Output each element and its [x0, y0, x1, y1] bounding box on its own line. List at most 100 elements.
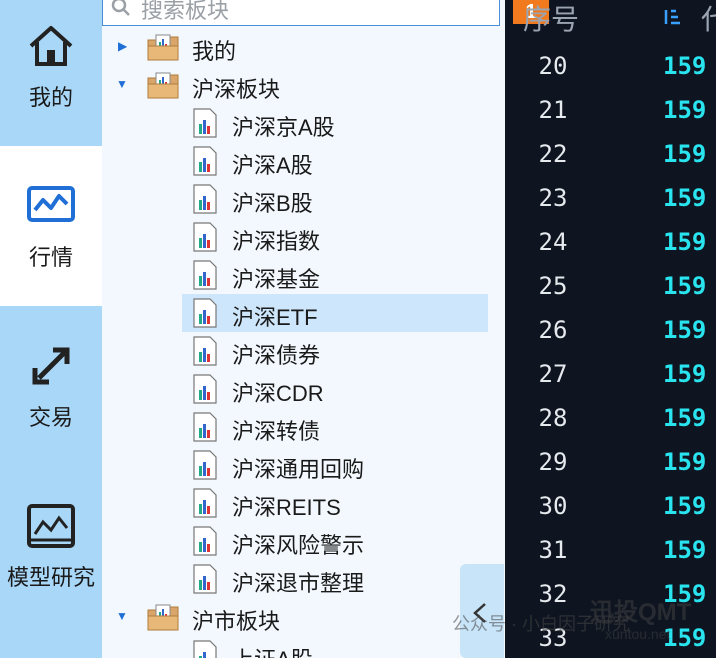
- tree-item-row[interactable]: 沪深CDR: [102, 370, 502, 408]
- sector-doc-icon: [193, 184, 217, 214]
- row-seq: 32: [538, 580, 568, 608]
- row-code[interactable]: 159: [663, 272, 706, 300]
- row-seq: 27: [538, 360, 568, 388]
- tree-item-label: 沪深基金: [232, 267, 321, 292]
- sector-doc-icon: [193, 488, 217, 518]
- sector-doc-icon: [193, 298, 217, 328]
- market-chart-icon: [27, 186, 75, 222]
- nav-label-trade: 交易: [28, 405, 73, 430]
- sector-doc-icon: [193, 374, 217, 404]
- folder-icon: [147, 604, 179, 631]
- nav-item-model-research[interactable]: 模型研究: [0, 466, 102, 626]
- row-seq: 21: [538, 96, 568, 124]
- tree-folder-label: 我的: [192, 39, 237, 64]
- sector-doc-icon: [193, 640, 217, 658]
- row-seq: 31: [538, 536, 568, 564]
- search-input[interactable]: 搜索板块: [102, 0, 500, 26]
- tree-item-label: 沪深债券: [232, 343, 321, 368]
- row-seq: 25: [538, 272, 568, 300]
- nav-label-market: 行情: [28, 245, 73, 270]
- tree-item-row[interactable]: 沪深风险警示: [102, 522, 502, 560]
- tree-item-row[interactable]: 沪深京A股: [102, 104, 502, 142]
- tree-item-row[interactable]: 沪深退市整理: [102, 560, 502, 598]
- tree-item-row[interactable]: 沪深ETF: [102, 294, 502, 332]
- tree-folder-label: 沪深板块: [192, 77, 281, 102]
- row-seq: 28: [538, 404, 568, 432]
- search-placeholder: 搜索板块: [141, 0, 230, 23]
- row-seq: 30: [538, 492, 568, 520]
- tree-item-row[interactable]: 沪深B股: [102, 180, 502, 218]
- nav-item-mine[interactable]: 我的: [0, 0, 102, 146]
- tree-item-row[interactable]: 沪深基金: [102, 256, 502, 294]
- selection-highlight: [182, 294, 488, 332]
- nav-label-mine: 我的: [28, 85, 73, 110]
- header-code[interactable]: 代: [701, 0, 716, 38]
- row-code[interactable]: 159: [663, 52, 706, 80]
- nav-label-model-research: 模型研究: [6, 565, 95, 590]
- tree-item-label: 沪深风险警示: [232, 533, 365, 558]
- row-seq: 26: [538, 316, 568, 344]
- sort-icon[interactable]: [663, 8, 683, 26]
- row-code[interactable]: 159: [663, 228, 706, 256]
- sector-doc-icon: [193, 260, 217, 290]
- tree-item-label: 沪深退市整理: [232, 571, 365, 596]
- trade-arrows-icon: [32, 347, 70, 385]
- nav-item-trade[interactable]: 交易: [0, 306, 102, 466]
- expand-arrow-icon[interactable]: ▼: [116, 609, 128, 623]
- sector-tree-panel: 搜索板块 ▶ 我的 ▼ 沪深板块沪深京A股沪深A股沪深B股沪深指数沪深基金沪深ETF 沪…: [102, 0, 505, 658]
- tree-item-label: 沪深指数: [232, 229, 321, 254]
- row-code[interactable]: 159: [663, 404, 706, 432]
- expand-arrow-icon[interactable]: ▼: [116, 77, 128, 91]
- home-icon: [29, 26, 73, 66]
- row-seq: 20: [538, 52, 568, 80]
- tree-item-label: 上证A股: [232, 642, 313, 658]
- sector-doc-icon: [193, 108, 217, 138]
- tree-folder-row[interactable]: ▼ 沪市板块: [102, 598, 502, 636]
- tree-item-label: 沪深京A股: [232, 115, 335, 140]
- tree-item-row[interactable]: 沪深A股: [102, 142, 502, 180]
- folder-icon: [147, 72, 179, 99]
- row-code[interactable]: 159: [663, 360, 706, 388]
- sector-doc-icon: [193, 412, 217, 442]
- row-code[interactable]: 159: [663, 140, 706, 168]
- tree-item-row[interactable]: 上证A股: [102, 636, 502, 658]
- watermark-logo-text: 迅投QMT: [590, 599, 692, 626]
- tree-item-row[interactable]: 沪深债券: [102, 332, 502, 370]
- tree-item-label: 沪深A股: [232, 153, 313, 178]
- row-seq: 24: [538, 228, 568, 256]
- row-code[interactable]: 159: [663, 492, 706, 520]
- row-code[interactable]: 159: [663, 96, 706, 124]
- tree-folder-row[interactable]: ▼ 沪深板块: [102, 66, 502, 104]
- quote-table: 1 序号 代 20 159 21 159 22 159 23 159 24 159 25 159 26 1…: [505, 0, 716, 658]
- nav-item-market[interactable]: 行情: [0, 146, 102, 306]
- folder-icon: [147, 34, 179, 61]
- row-seq: 29: [538, 448, 568, 476]
- row-code[interactable]: 159: [663, 184, 706, 212]
- row-code[interactable]: 159: [663, 316, 706, 344]
- tree-item-label: 沪深转债: [232, 419, 321, 444]
- tree-item-row[interactable]: 沪深转债: [102, 408, 502, 446]
- sector-doc-icon: [193, 450, 217, 480]
- tree-item-label: 沪深CDR: [232, 381, 324, 406]
- row-seq: 22: [538, 140, 568, 168]
- collapse-arrow-icon[interactable]: ▶: [118, 39, 127, 53]
- sector-doc-icon: [193, 564, 217, 594]
- sector-doc-icon: [193, 146, 217, 176]
- watermark-url: xuntou.net: [605, 626, 671, 642]
- row-code[interactable]: 159: [663, 448, 706, 476]
- left-nav: 我的 行情 交易 模型研究: [0, 0, 102, 658]
- header-seq[interactable]: 序号: [523, 0, 579, 38]
- search-icon: [111, 0, 130, 16]
- tree-folder-label: 沪市板块: [192, 609, 281, 634]
- tree-folder-row[interactable]: ▶ 我的: [102, 28, 502, 66]
- tree-item-label: 沪深B股: [232, 191, 313, 216]
- tree-item-row[interactable]: 沪深通用回购: [102, 446, 502, 484]
- tree-item-label: 沪深ETF: [232, 305, 318, 330]
- tree-item-row[interactable]: 沪深REITS: [102, 484, 502, 522]
- sector-doc-icon: [193, 526, 217, 556]
- row-code[interactable]: 159: [663, 536, 706, 564]
- tree-item-label: 沪深通用回购: [232, 457, 365, 482]
- row-seq: 23: [538, 184, 568, 212]
- tree-item-row[interactable]: 沪深指数: [102, 218, 502, 256]
- model-chart-icon: [27, 504, 75, 548]
